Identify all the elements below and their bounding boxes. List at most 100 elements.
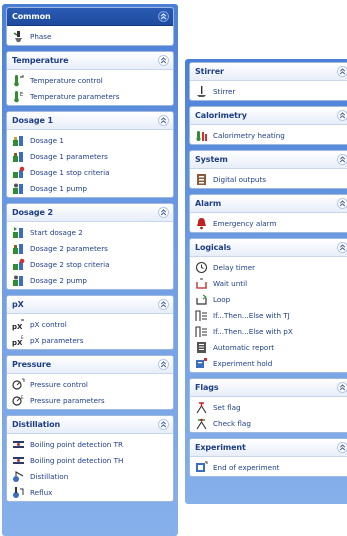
group-header-logicals[interactable]: Logicals: [190, 239, 347, 257]
set-flag-icon: [195, 401, 208, 414]
item-experiment-hold[interactable]: Experiment hold: [190, 355, 347, 371]
group-items: End of experiment: [190, 457, 347, 476]
item-emergency-alarm[interactable]: Emergency alarm: [190, 215, 347, 231]
group-title: pX: [12, 300, 24, 309]
chevron-up-icon[interactable]: [158, 299, 169, 310]
group-header-distillation[interactable]: Distillation: [7, 416, 173, 434]
chevron-up-icon[interactable]: [337, 110, 347, 121]
group-title: Stirrer: [195, 67, 224, 76]
item-label: Check flag: [213, 418, 251, 428]
item-boiling-point-detection-tr[interactable]: Boiling point detection TR: [7, 436, 173, 452]
item-dosage-1[interactable]: Dosage 1: [7, 132, 173, 148]
group-header-stirrer[interactable]: Stirrer: [190, 63, 347, 81]
chevron-up-icon[interactable]: [158, 11, 169, 22]
item-label: Emergency alarm: [213, 218, 277, 228]
group-header-system[interactable]: System: [190, 151, 347, 169]
group-header-dosage-1[interactable]: Dosage 1: [7, 112, 173, 130]
item-temperature-control[interactable]: Temperature control: [7, 72, 173, 88]
item-dosage-1-stop-criteria[interactable]: Dosage 1 stop criteria: [7, 164, 173, 180]
item-px-parameters[interactable]: pX EpX parameters: [7, 332, 173, 348]
item-pressure-control[interactable]: Pressure control: [7, 376, 173, 392]
item-label: Temperature parameters: [30, 91, 120, 101]
chevron-up-icon[interactable]: [337, 66, 347, 77]
item-loop[interactable]: Loop: [190, 291, 347, 307]
dosage-pump-icon: [12, 274, 25, 287]
chevron-up-icon[interactable]: [337, 382, 347, 393]
item-if-then-else-with-px[interactable]: If...Then...Else with pX: [190, 323, 347, 339]
item-start-dosage-2[interactable]: Start dosage 2: [7, 224, 173, 240]
chevron-up-icon[interactable]: [158, 207, 169, 218]
svg-text:E: E: [21, 395, 24, 400]
item-label: Digital outputs: [213, 174, 267, 184]
loop-icon: [195, 293, 208, 306]
item-phase[interactable]: Phase: [7, 28, 173, 44]
group-header-calorimetry[interactable]: Calorimetry: [190, 107, 347, 125]
right-toolbox-column: Stirrer Stirrer Calorimetry Calorimetry hea…: [185, 59, 347, 504]
item-px-control[interactable]: pX pX control: [7, 316, 173, 332]
chevron-up-icon[interactable]: [337, 198, 347, 209]
group-header-px[interactable]: pX: [7, 296, 173, 314]
item-dosage-1-parameters[interactable]: Dosage 1 parameters: [7, 148, 173, 164]
item-wait-until[interactable]: Wait until: [190, 275, 347, 291]
experiment-hold-icon: [195, 357, 208, 370]
item-stirrer[interactable]: Stirrer: [190, 83, 347, 99]
item-dosage-2-pump[interactable]: Dosage 2 pump: [7, 272, 173, 288]
svg-text:pX: pX: [12, 323, 23, 331]
item-delay-timer[interactable]: Delay timer: [190, 259, 347, 275]
item-dosage-2-parameters[interactable]: Dosage 2 parameters: [7, 240, 173, 256]
group-header-common[interactable]: Common: [7, 8, 173, 26]
chevron-up-icon[interactable]: [337, 242, 347, 253]
item-automatic-report[interactable]: Automatic report: [190, 339, 347, 355]
group-header-experiment[interactable]: Experiment: [190, 439, 347, 457]
group-header-alarm[interactable]: Alarm: [190, 195, 347, 213]
group-header-pressure[interactable]: Pressure: [7, 356, 173, 374]
item-label: Stirrer: [213, 86, 236, 96]
chevron-up-icon[interactable]: [337, 442, 347, 453]
group-items: Start dosage 2 Dosage 2 parameters Dosage …: [7, 222, 173, 289]
dosage-stop-criteria-icon: [12, 258, 25, 271]
item-pressure-parameters[interactable]: E Pressure parameters: [7, 392, 173, 408]
group-items: Dosage 1 Dosage 1 parameters Dosage 1 stop…: [7, 130, 173, 197]
group-items: Digital outputs: [190, 169, 347, 188]
item-label: Boiling point detection TH: [30, 455, 124, 465]
left-toolbox-column: Common Phase Temperature Temperature contro…: [2, 4, 178, 536]
item-label: Calorimetry heating: [213, 130, 285, 140]
chevron-up-icon[interactable]: [158, 419, 169, 430]
item-digital-outputs[interactable]: Digital outputs: [190, 171, 347, 187]
item-reflux[interactable]: Reflux: [7, 484, 173, 500]
item-label: Temperature control: [30, 75, 103, 85]
group-title: Experiment: [195, 443, 246, 452]
item-label: Dosage 1 stop criteria: [30, 167, 110, 177]
item-label: Boiling point detection TR: [30, 439, 123, 449]
item-temperature-parameters[interactable]: E Temperature parameters: [7, 88, 173, 104]
group-header-temperature[interactable]: Temperature: [7, 52, 173, 70]
chevron-up-icon[interactable]: [158, 359, 169, 370]
distillation-icon: [12, 470, 25, 483]
item-check-flag[interactable]: Check flag: [190, 415, 347, 431]
group-flags: Flags Set flag Check flag: [189, 378, 347, 433]
chevron-up-icon[interactable]: [158, 115, 169, 126]
chevron-up-icon[interactable]: [158, 55, 169, 66]
item-end-of-experiment[interactable]: End of experiment: [190, 459, 347, 475]
dosage-pump-icon: [12, 182, 25, 195]
group-items: Temperature control E Temperature paramete…: [7, 70, 173, 105]
group-title: Temperature: [12, 56, 69, 65]
dosage-stop-criteria-icon: [12, 166, 25, 179]
group-logicals: Logicals Delay timer Wait until Loop If...Th…: [189, 238, 347, 373]
start-dosage-icon: [12, 226, 25, 239]
item-dosage-2-stop-criteria[interactable]: Dosage 2 stop criteria: [7, 256, 173, 272]
chevron-up-icon[interactable]: [337, 154, 347, 165]
group-stirrer: Stirrer Stirrer: [189, 62, 347, 101]
group-header-dosage-2[interactable]: Dosage 2: [7, 204, 173, 222]
item-dosage-1-pump[interactable]: Dosage 1 pump: [7, 180, 173, 196]
item-calorimetry-heating[interactable]: Calorimetry heating: [190, 127, 347, 143]
item-boiling-point-detection-th[interactable]: Boiling point detection TH: [7, 452, 173, 468]
item-distillation[interactable]: Distillation: [7, 468, 173, 484]
group-header-flags[interactable]: Flags: [190, 379, 347, 397]
item-label: Loop: [213, 294, 231, 304]
group-pressure: Pressure Pressure control E Pressure parame…: [6, 355, 174, 410]
group-items: Phase: [7, 26, 173, 45]
group-dosage-2: Dosage 2 Start dosage 2 Dosage 2 parameter…: [6, 203, 174, 290]
item-if-then-else-with-tj[interactable]: If...Then...Else with TJ: [190, 307, 347, 323]
item-set-flag[interactable]: Set flag: [190, 399, 347, 415]
